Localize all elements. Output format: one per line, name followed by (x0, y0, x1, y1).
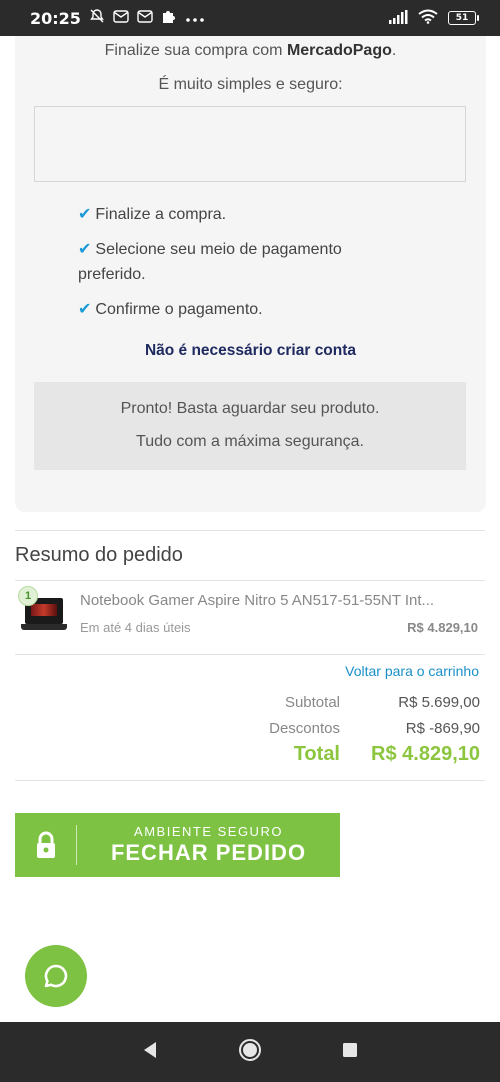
ready-box: Pronto! Basta aguardar seu produto. Tudo… (34, 382, 466, 470)
payment-frame (34, 106, 466, 182)
step-item: ✔ Selecione seu meio de pagamento preferi… (78, 241, 342, 283)
system-nav-bar (0, 1022, 500, 1082)
delivery-estimate: Em até 4 dias úteis (80, 620, 191, 635)
total-label: Total (293, 743, 340, 765)
no-account-note: Não é necessário criar conta (144, 342, 357, 359)
discount-label: Descontos (269, 720, 340, 737)
close-order-button[interactable]: AMBIENTE SEGURO FECHAR PEDIDO (15, 813, 340, 877)
mail-icon (113, 9, 129, 27)
battery-icon: 51 (448, 11, 479, 25)
ready-line-2: Tudo com a máxima segurança. (136, 433, 364, 450)
step-item: ✔ Finalize a compra. (78, 206, 227, 223)
back-to-cart-link[interactable]: Voltar para o carrinho (345, 663, 479, 679)
home-nav-icon[interactable] (238, 1038, 262, 1067)
subtotal-row: Subtotal R$ 5.699,00 (15, 694, 480, 718)
check-icon: ✔ (78, 206, 92, 223)
status-time: 20:25 (30, 8, 81, 28)
secure-environment-label: AMBIENTE SEGURO (134, 824, 283, 839)
status-bar: 20:25 51 (0, 0, 500, 36)
alarm-off-icon (89, 8, 105, 28)
wifi-icon (418, 9, 438, 28)
product-name: Notebook Gamer Aspire Nitro 5 AN517-51-5… (80, 592, 435, 609)
recents-nav-icon[interactable] (342, 1042, 358, 1063)
divider (15, 780, 485, 781)
discount-value: R$ -869,90 (405, 720, 480, 737)
divider (15, 580, 485, 581)
product-price: R$ 4.829,10 (407, 620, 478, 635)
chat-icon (44, 964, 68, 988)
summary-title: Resumo do pedido (15, 544, 183, 566)
signal-icon (388, 9, 408, 28)
close-order-label: FECHAR PEDIDO (110, 840, 307, 865)
mercadopago-intro: Finalize sua compra com MercadoPago. (104, 42, 397, 59)
quantity-badge: 1 (18, 586, 38, 606)
order-item: 1 Notebook Gamer Aspire Nitro 5 AN517-51… (15, 582, 485, 654)
mercadopago-card: Finalize sua compra com MercadoPago. É m… (15, 36, 486, 512)
step-item: ✔ Confirme o pagamento. (78, 301, 263, 318)
subtotal-value: R$ 5.699,00 (398, 694, 480, 711)
steps-list: ✔ Finalize a compra. ✔ Selecione seu meio … (78, 202, 398, 332)
mercadopago-subtitle: É muito simples e seguro: (158, 76, 343, 93)
check-icon: ✔ (78, 241, 92, 258)
divider (15, 654, 485, 655)
mail-icon (137, 9, 153, 27)
check-icon: ✔ (78, 301, 92, 318)
mercadopago-brand: MercadoPago (286, 42, 392, 59)
discount-row: Descontos R$ -869,90 (15, 720, 480, 744)
chat-button[interactable] (25, 945, 87, 1007)
total-row: Total R$ 4.829,10 (15, 743, 480, 767)
total-value: R$ 4.829,10 (371, 743, 480, 765)
puzzle-icon (161, 8, 177, 28)
back-nav-icon[interactable] (142, 1041, 158, 1064)
divider (15, 530, 485, 531)
more-icon (185, 9, 205, 27)
ready-line-1: Pronto! Basta aguardar seu produto. (120, 400, 380, 417)
lock-icon (15, 813, 77, 877)
subtotal-label: Subtotal (284, 694, 340, 711)
